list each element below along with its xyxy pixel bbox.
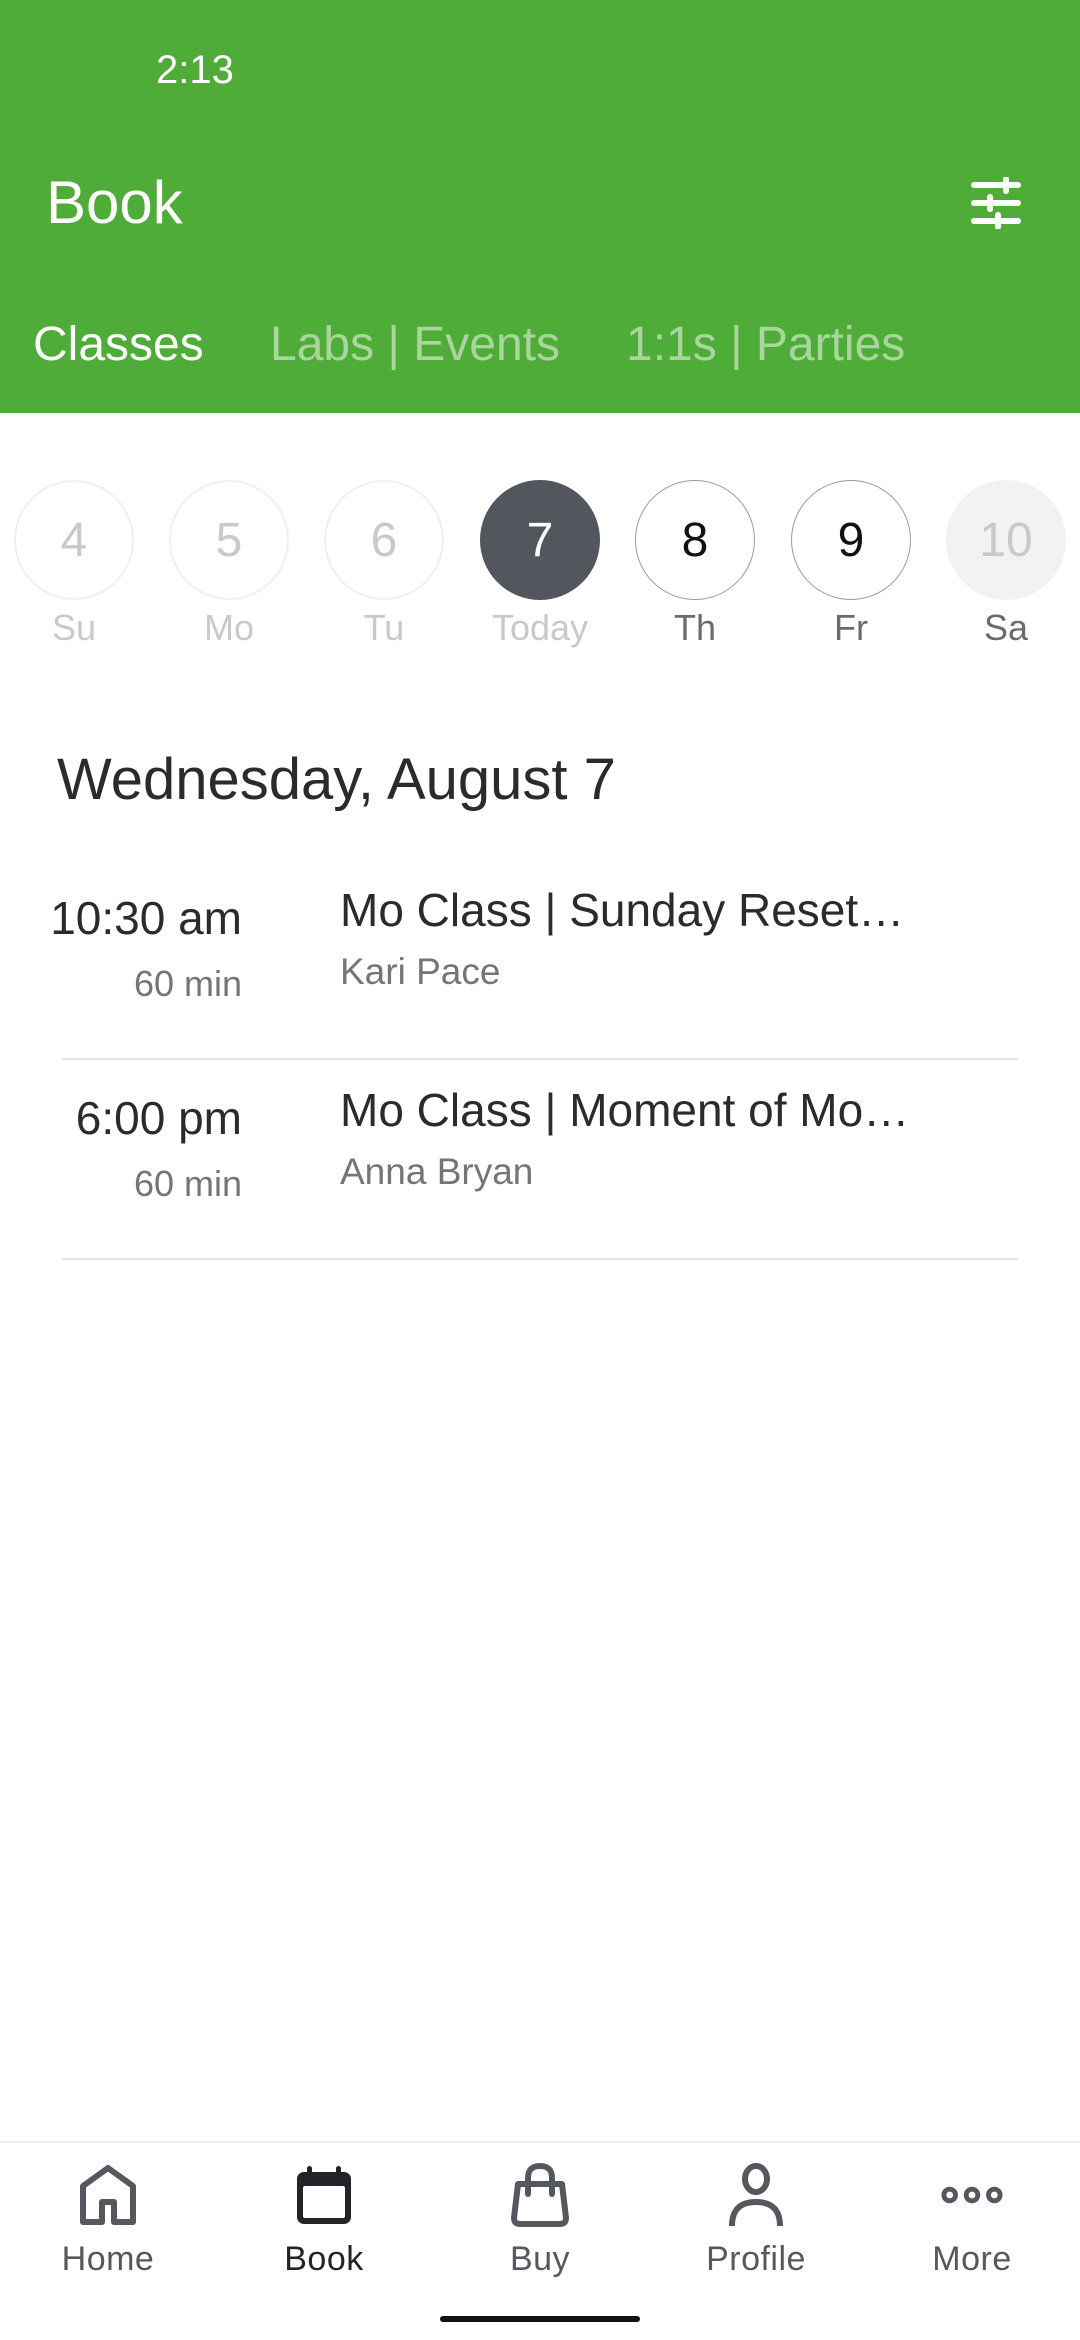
more-dots-icon	[941, 2186, 1003, 2204]
class-duration: 60 min	[133, 1163, 242, 1204]
nav-home[interactable]: Home	[0, 2163, 216, 2293]
sliders-icon	[971, 177, 1021, 229]
class-list-item[interactable]: 10:30 am 60 min Mo Class | Sunday Reset……	[0, 860, 1080, 1060]
nav-label: Profile	[706, 2240, 806, 2278]
day-sunday-4[interactable]: 4 Su	[14, 480, 134, 660]
calendar-icon	[297, 2166, 351, 2224]
day-saturday-10[interactable]: 10 Sa	[946, 480, 1066, 660]
day-label: Mo	[203, 607, 254, 648]
day-number: 4	[14, 480, 134, 600]
book-screen: 2:13 Book Classes Labs | Events 1:1s | P…	[0, 0, 1080, 2340]
day-number: 10	[946, 480, 1066, 600]
class-list-item[interactable]: 6:00 pm 60 min Mo Class | Moment of Mo… …	[0, 1060, 1080, 1260]
day-label: Th	[673, 607, 716, 648]
class-list: 10:30 am 60 min Mo Class | Sunday Reset……	[0, 860, 1080, 1260]
bottom-navigation: Home Book Buy Profile More	[0, 2141, 1080, 2340]
day-label: Tu	[363, 607, 405, 648]
class-instructor: Anna Bryan	[340, 1151, 534, 1192]
day-tuesday-6[interactable]: 6 Tu	[324, 480, 444, 660]
tab-1on1s-parties[interactable]: 1:1s | Parties	[626, 310, 905, 380]
nav-profile[interactable]: Profile	[648, 2163, 864, 2293]
status-bar-time: 2:13	[156, 48, 234, 92]
day-label: Sa	[983, 607, 1029, 648]
day-number: 6	[324, 480, 444, 600]
day-friday-9[interactable]: 9 Fr	[791, 480, 911, 660]
nav-buy[interactable]: Buy	[432, 2162, 648, 2293]
filter-button[interactable]	[956, 168, 1036, 238]
day-number: 5	[169, 480, 289, 600]
home-icon	[80, 2165, 136, 2225]
tab-labs-events[interactable]: Labs | Events	[270, 310, 560, 380]
day-label: Fr	[834, 607, 868, 648]
nav-label: More	[932, 2240, 1012, 2278]
tab-classes[interactable]: Classes	[33, 310, 204, 380]
class-instructor: Kari Pace	[340, 951, 501, 992]
nav-more[interactable]: More	[864, 2163, 1080, 2293]
class-duration: 60 min	[133, 963, 242, 1004]
person-icon	[729, 2163, 783, 2227]
shopping-bag-icon	[511, 2162, 569, 2227]
class-time: 10:30 am	[50, 892, 242, 944]
nav-label: Book	[284, 2240, 364, 2278]
day-number: 8	[635, 480, 755, 600]
day-number: 7	[480, 480, 600, 600]
day-monday-5[interactable]: 5 Mo	[169, 480, 289, 660]
day-label: Su	[51, 607, 97, 648]
day-thursday-8[interactable]: 8 Th	[635, 480, 755, 660]
nav-label: Home	[61, 2240, 155, 2278]
app-header: 2:13 Book Classes Labs | Events 1:1s | P…	[0, 0, 1080, 413]
home-indicator-bar[interactable]	[440, 2316, 640, 2322]
day-number: 9	[791, 480, 911, 600]
day-today-7[interactable]: 7 Today	[480, 480, 600, 660]
class-name: Mo Class | Moment of Mo…	[340, 1084, 910, 1136]
page-title: Book	[46, 169, 183, 236]
selected-date-heading: Wednesday, August 7	[57, 747, 616, 812]
class-name: Mo Class | Sunday Reset…	[340, 884, 905, 936]
date-picker-strip: 4 Su 5 Mo 6 Tu 7 Today 8 Th 9 Fr 10 Sa	[0, 480, 1080, 660]
day-label: Today	[491, 607, 589, 648]
nav-label: Buy	[509, 2240, 571, 2278]
class-time: 6:00 pm	[75, 1092, 242, 1144]
nav-book[interactable]: Book	[216, 2163, 432, 2293]
